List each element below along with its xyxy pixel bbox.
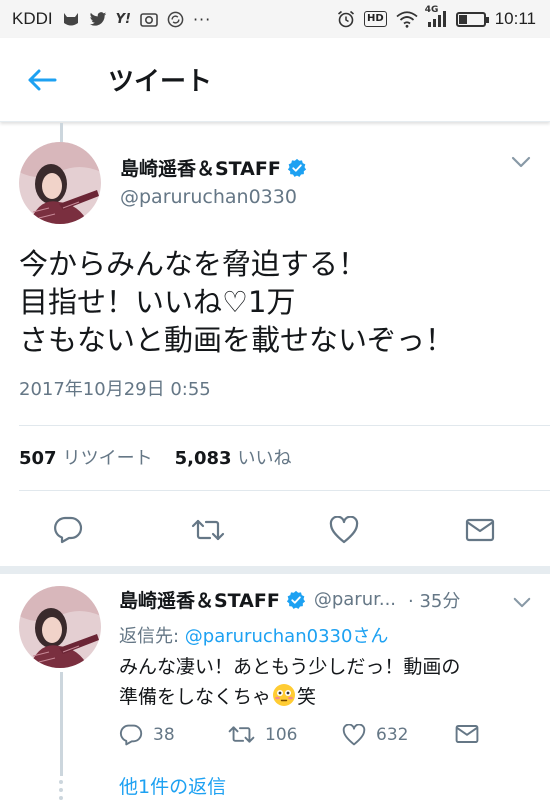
reply-author-name[interactable]: 島崎遥香＆STAFF	[119, 586, 280, 613]
retweet-icon	[191, 519, 225, 541]
tweet-stats: 507 リツイート 5,083 いいね	[19, 444, 308, 470]
reply-button[interactable]	[46, 508, 90, 552]
reply-menu-chevron-icon[interactable]	[512, 594, 532, 613]
sync-icon	[167, 11, 184, 28]
clock: 10:11	[494, 9, 536, 28]
reply-to-prefix: 返信先:	[119, 626, 185, 647]
more-replies-link[interactable]: 他1件の返信	[119, 772, 226, 799]
status-bar: KDDI Y! ··· HD 4G 10:11	[0, 0, 550, 38]
main-tweet-text: 今からみんなを脅迫する！ 目指せ！いいね♡1万 さもないと動画を載せないぞっ！	[19, 245, 539, 359]
camera-app-icon	[140, 11, 158, 27]
twitter-icon	[89, 11, 107, 27]
reply-icon	[120, 724, 143, 746]
reply-text-line: 準備をしなくちゃ 笑	[119, 682, 539, 712]
reply-dm-button[interactable]	[455, 724, 479, 744]
reply-to-line: 返信先: @paruruchan0330さん	[119, 622, 388, 648]
verified-badge-icon	[286, 590, 306, 610]
reply-count: 38	[153, 725, 175, 745]
reply-text-line: みんな凄い！あともう少しだっ！動画の	[119, 656, 461, 678]
reply-reply-button[interactable]: 38	[119, 724, 175, 746]
main-author-handle[interactable]: @paruruchan0330	[120, 186, 297, 208]
reply-author-name-row: 島崎遥香＆STAFF @parur... · 35分	[119, 586, 460, 613]
reply-time-ago[interactable]: · 35分	[408, 587, 460, 613]
heart-icon	[329, 516, 359, 544]
reply-retweet-count: 106	[265, 724, 298, 745]
divider	[19, 425, 550, 426]
reply-author-handle[interactable]: @parur...	[314, 589, 396, 610]
tweet-text-line: 目指せ！いいね♡1万	[19, 285, 296, 319]
carrier-label: KDDI	[12, 9, 53, 28]
tweet-text-line: 今からみんなを脅迫する！	[19, 247, 368, 281]
app-header: ツイート	[0, 38, 550, 122]
main-tweet-actions	[0, 508, 550, 552]
reply-icon	[54, 516, 83, 544]
main-tweet-timestamp[interactable]: 2017年10月29日 0:55	[19, 375, 211, 401]
page-title: ツイート	[108, 67, 213, 97]
reply-author-avatar[interactable]	[19, 586, 101, 668]
reply-text-segment: 笑	[297, 686, 317, 708]
retweet-icon	[228, 726, 255, 743]
like-label[interactable]: いいね	[238, 444, 292, 470]
direct-message-button[interactable]	[458, 508, 502, 552]
tweet-text-line: さもないと動画を載せないぞっ！	[19, 323, 455, 357]
reply-to-handle-link[interactable]: @paruruchan0330さん	[185, 626, 389, 647]
hd-badge: HD	[364, 11, 387, 27]
reply-like-count: 632	[376, 725, 409, 745]
like-count[interactable]: 5,083	[175, 448, 232, 469]
reply-like-button[interactable]: 632	[342, 724, 408, 746]
flushed-face-emoji-icon	[273, 684, 296, 706]
main-author-avatar[interactable]	[19, 142, 101, 224]
network-type-label: 4G	[424, 5, 439, 15]
reply-tweet-text: みんな凄い！あともう少しだっ！動画の 準備をしなくちゃ 笑	[119, 652, 539, 712]
envelope-icon	[465, 518, 495, 542]
signal-icon: 4G	[425, 5, 447, 27]
heart-icon	[342, 724, 366, 746]
reply-text-segment: 準備をしなくちゃ	[119, 686, 272, 708]
alarm-icon	[337, 10, 355, 28]
like-button[interactable]	[322, 508, 366, 552]
main-author-name-row: 島崎遥香＆STAFF	[120, 154, 307, 181]
wifi-icon	[396, 10, 418, 28]
section-separator	[0, 566, 550, 574]
back-button[interactable]	[0, 38, 84, 122]
main-author-name[interactable]: 島崎遥香＆STAFF	[120, 154, 281, 181]
battery-icon	[455, 11, 489, 27]
back-arrow-icon	[28, 69, 57, 90]
divider	[19, 490, 550, 491]
more-dots-icon: ···	[192, 9, 212, 29]
reply-retweet-button[interactable]: 106	[228, 724, 297, 745]
reply-tweet-actions: 38 106 632	[0, 724, 550, 754]
tweet-menu-chevron-icon[interactable]	[510, 154, 532, 173]
thread-dots	[59, 780, 64, 800]
verified-badge-icon	[287, 158, 307, 178]
cat-icon	[62, 11, 80, 27]
y-news-icon: Y!	[115, 11, 131, 27]
thread-line-top	[60, 123, 63, 143]
retweet-label[interactable]: リツイート	[63, 444, 153, 470]
envelope-icon	[455, 725, 479, 743]
retweet-button[interactable]	[186, 508, 230, 552]
retweet-count[interactable]: 507	[19, 448, 57, 469]
